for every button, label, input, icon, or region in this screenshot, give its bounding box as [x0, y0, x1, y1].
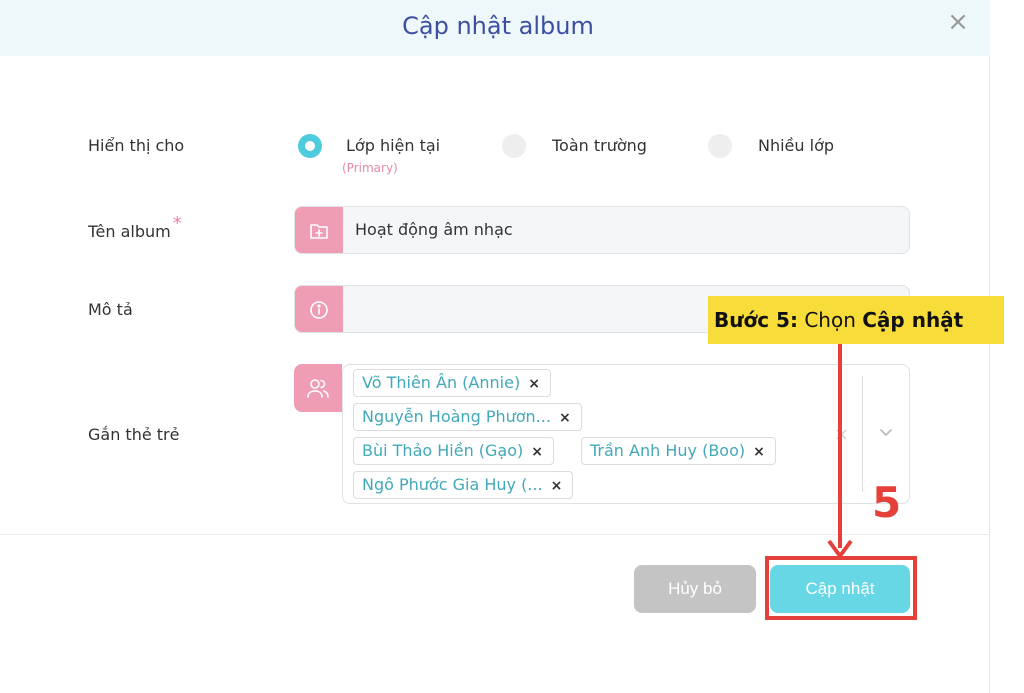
step-callout: Bước 5: Chọn Cập nhật [708, 296, 1004, 344]
callout-action: Cập nhật [862, 308, 964, 332]
callout-step-label: Bước 5: [714, 308, 798, 332]
step-number: 5 [872, 478, 902, 527]
arrow-icon [827, 344, 853, 558]
callout-text: Chọn [797, 308, 863, 332]
